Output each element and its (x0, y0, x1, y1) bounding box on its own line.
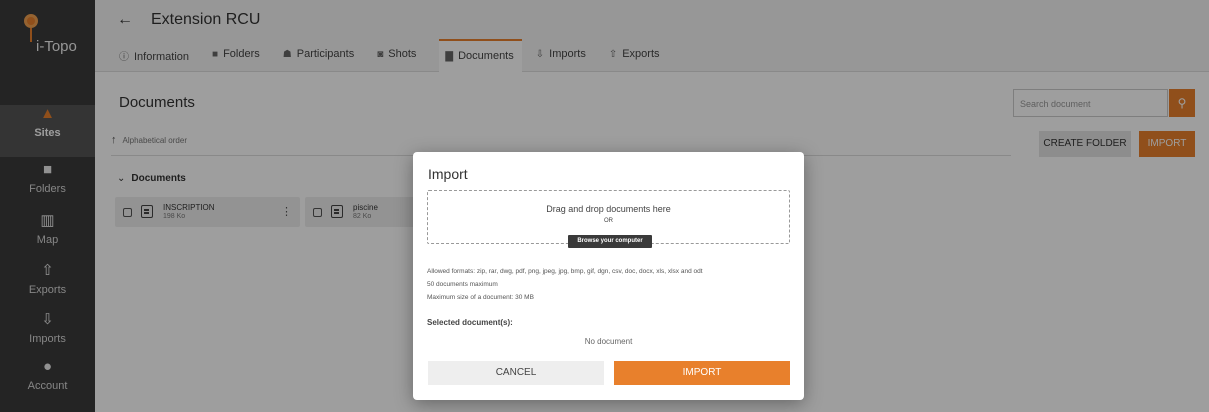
max-documents: 50 documents maximum (427, 281, 498, 288)
max-size: Maximum size of a document: 30 MB (427, 294, 534, 301)
selected-documents-label: Selected document(s): (427, 318, 513, 327)
confirm-import-button[interactable]: IMPORT (614, 361, 790, 385)
import-dialog: Import Drag and drop documents here OR B… (413, 152, 804, 400)
drop-text: Drag and drop documents here (546, 204, 671, 214)
allowed-formats: Allowed formats: zip, rar, dwg, pdf, png… (427, 268, 703, 275)
or-text: OR (604, 218, 613, 224)
browse-button[interactable]: Browse your computer (568, 235, 652, 248)
dialog-title: Import (428, 166, 468, 182)
cancel-button[interactable]: CANCEL (428, 361, 604, 385)
drop-zone[interactable]: Drag and drop documents here OR Browse y… (427, 190, 790, 248)
no-document-text: No document (584, 337, 633, 346)
